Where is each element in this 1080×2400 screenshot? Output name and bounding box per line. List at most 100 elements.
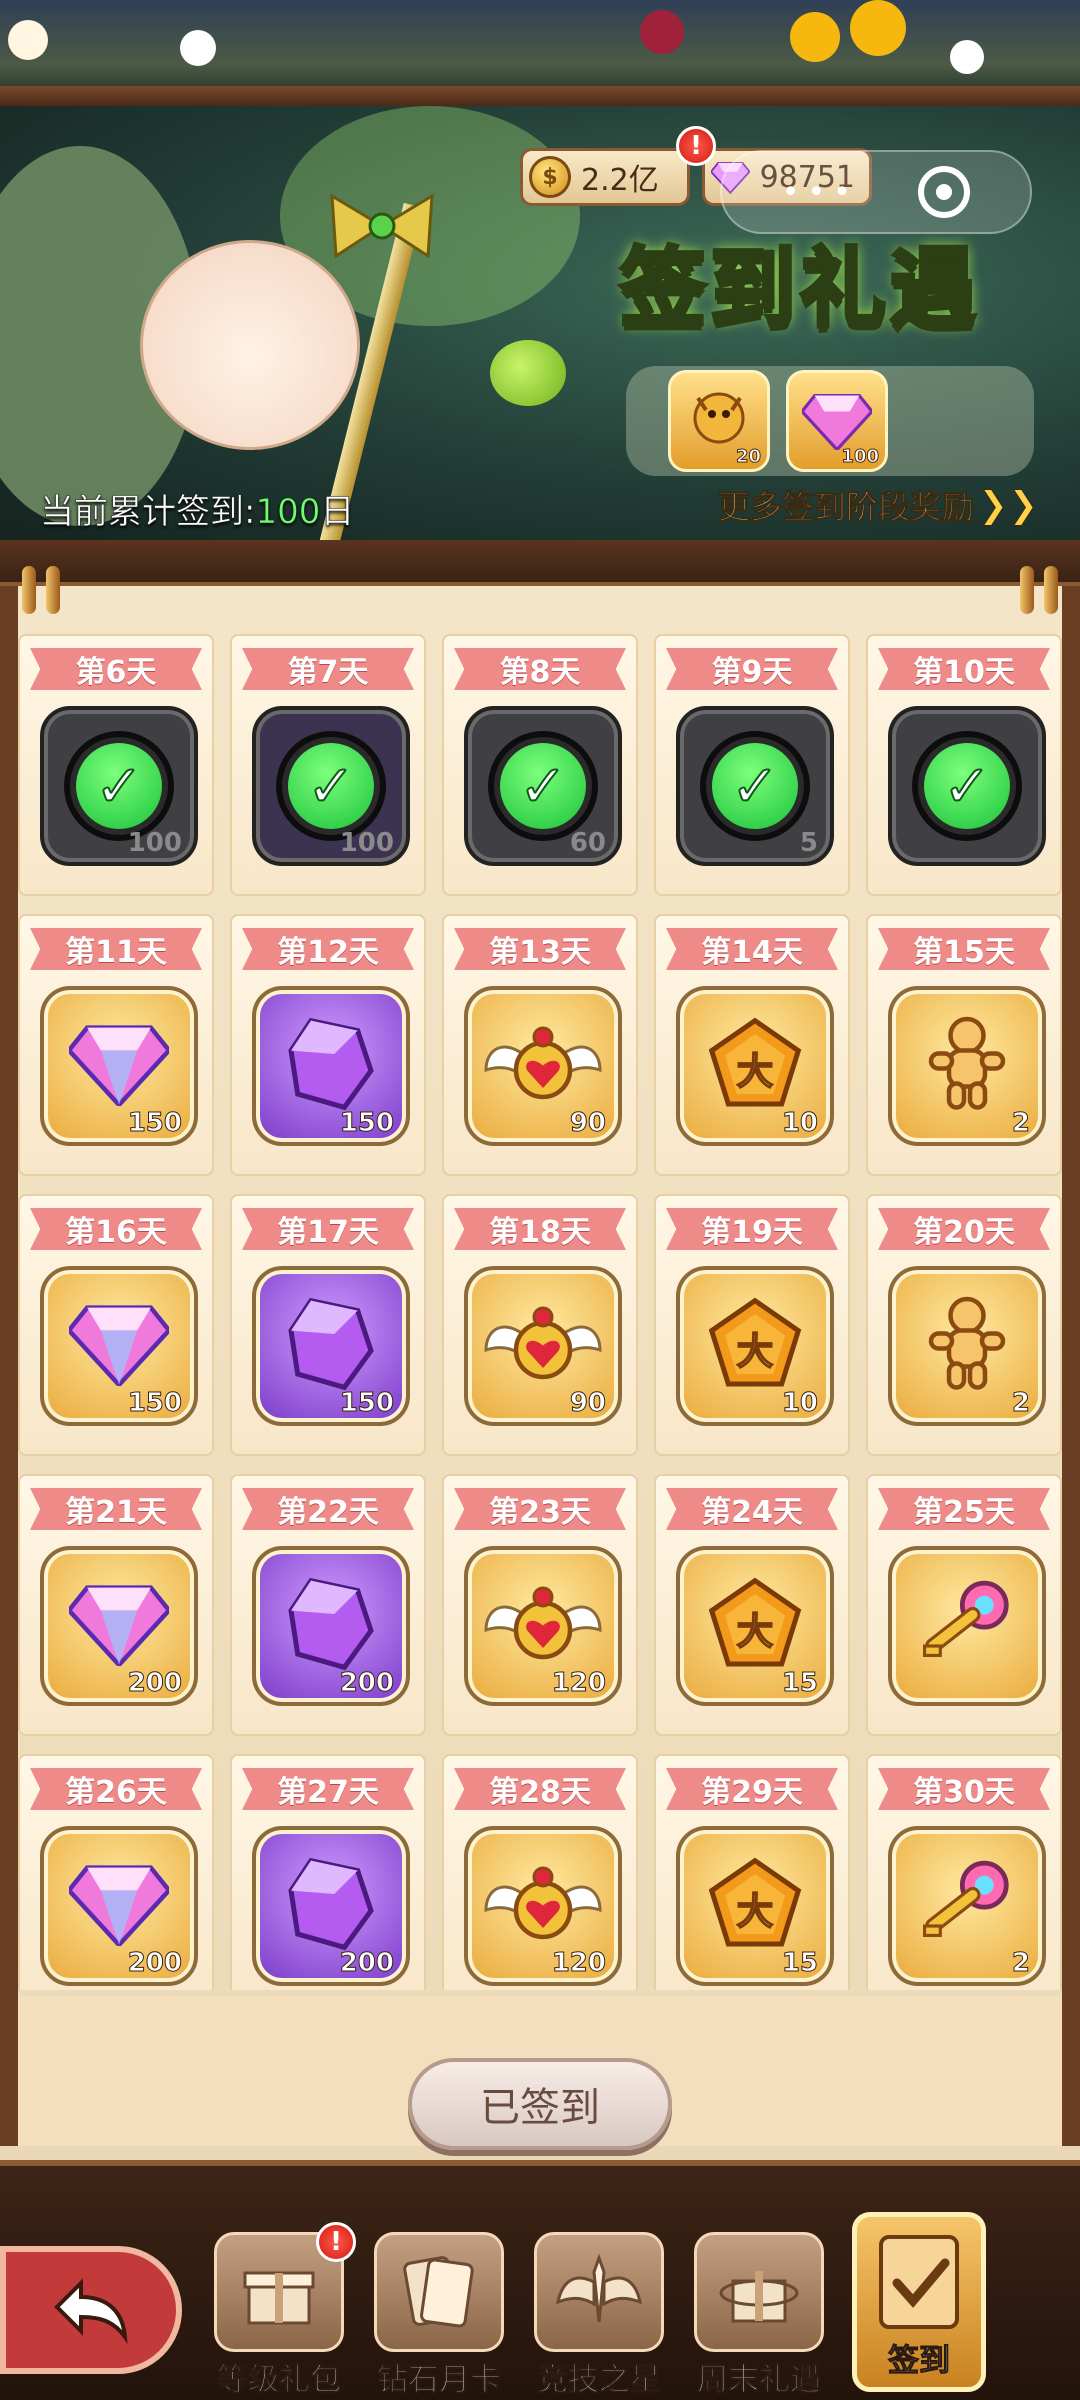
reward-item-slot: 200 xyxy=(252,1826,410,1986)
more-options-icon[interactable]: ••• xyxy=(782,175,859,210)
purple-crystal-icon xyxy=(281,1574,381,1678)
gold-badge-icon: 大 xyxy=(705,1014,805,1118)
svg-text:大: 大 xyxy=(737,1330,774,1373)
day-reward-cell[interactable]: 第15天 2 xyxy=(866,914,1062,1176)
claimed-check-icon: ✓ xyxy=(276,731,386,841)
day-reward-cell[interactable]: 第13天 90 xyxy=(442,914,638,1176)
day-reward-cell[interactable]: 第7天 ✓ 100 xyxy=(230,634,426,896)
day-reward-cell[interactable]: 第17天 150 xyxy=(230,1194,426,1456)
wooden-frame xyxy=(0,540,1080,586)
more-stage-rewards-link[interactable]: 更多签到阶段奖励 ❯❯ xyxy=(717,482,1038,528)
gold-badge-icon: 大 xyxy=(705,1574,805,1678)
stage-reward-item[interactable]: 100 xyxy=(786,370,888,472)
scroll-peg xyxy=(1044,566,1058,614)
cumulative-days: 100 xyxy=(255,492,321,533)
gold-badge-icon: 大 xyxy=(705,1294,805,1398)
day-reward-cell[interactable]: 第29天大 15 xyxy=(654,1754,850,1990)
day-reward-cell[interactable]: 第14天大 10 xyxy=(654,914,850,1176)
nav-signin-active[interactable]: 签到 xyxy=(852,2212,986,2392)
day-label: 第21天 xyxy=(30,1488,202,1530)
day-reward-cell[interactable]: 第22天 200 xyxy=(230,1474,426,1736)
nav-level-gift[interactable]: ! 等级礼包 xyxy=(204,2222,356,2399)
day-reward-cell[interactable]: 第16天 150 xyxy=(18,1194,214,1456)
day-label: 第27天 xyxy=(242,1768,414,1810)
close-miniprogram-icon[interactable] xyxy=(918,166,971,218)
day-reward-cell[interactable]: 第27天 200 xyxy=(230,1754,426,1990)
reward-quantity: 200 xyxy=(339,1948,394,1979)
day-label: 第24天 xyxy=(666,1488,838,1530)
reward-quantity: 60 xyxy=(569,828,606,858)
day-reward-cell[interactable]: 第28天 120 xyxy=(442,1754,638,1990)
coin-balance[interactable]: $ 2.2亿 xyxy=(520,148,690,206)
reward-quantity: 2 xyxy=(1011,1108,1030,1139)
day-reward-cell[interactable]: 第30天 2 xyxy=(866,1754,1062,1990)
reward-item-slot: 200 xyxy=(40,1826,198,1986)
more-stage-rewards-label: 更多签到阶段奖励 xyxy=(717,488,975,527)
day-reward-cell[interactable]: 第9天 ✓ 5 xyxy=(654,634,850,896)
claimed-check-icon: ✓ xyxy=(64,731,174,841)
day-reward-cell[interactable]: 第11天 150 xyxy=(18,914,214,1176)
day-reward-cell[interactable]: 第20天 2 xyxy=(866,1194,1062,1456)
nav-label: 周末礼遇 xyxy=(697,2362,822,2399)
day-label: 第18天 xyxy=(454,1208,626,1250)
coin-icon: $ xyxy=(529,156,571,198)
reward-quantity: 15 xyxy=(781,1668,818,1699)
day-reward-cell[interactable]: 第18天 90 xyxy=(442,1194,638,1456)
day-reward-cell[interactable]: 第25天 xyxy=(866,1474,1062,1736)
purple-crystal-icon xyxy=(281,1014,381,1118)
reward-quantity: 200 xyxy=(127,1668,182,1699)
day-reward-cell[interactable]: 第6天 ✓ 100 xyxy=(18,634,214,896)
currency-alert-badge: ! xyxy=(676,126,716,166)
signed-in-button[interactable]: 已签到 xyxy=(408,2058,672,2150)
sprout-mascot xyxy=(490,340,566,406)
diamond-icon xyxy=(66,1302,172,1390)
svg-text:大: 大 xyxy=(737,1890,774,1933)
day-label: 第13天 xyxy=(454,928,626,970)
day-reward-cell[interactable]: 第19天大 10 xyxy=(654,1194,850,1456)
nav-arena-star[interactable]: 竞技之星 xyxy=(524,2232,674,2399)
day-label: 第25天 xyxy=(878,1488,1050,1530)
wooden-rail xyxy=(0,86,1080,106)
page-title: 签到礼遇 xyxy=(618,237,980,341)
reward-item-slot: 120 xyxy=(464,1826,622,1986)
day-label: 第7天 xyxy=(242,648,414,690)
reward-item-slot: ✓ 60 xyxy=(464,706,622,866)
day-reward-cell[interactable]: 第26天 200 xyxy=(18,1754,214,1990)
day-reward-cell[interactable]: 第23天 120 xyxy=(442,1474,638,1736)
day-reward-cell[interactable]: 第12天 150 xyxy=(230,914,426,1176)
day-reward-cell[interactable]: 第24天大 15 xyxy=(654,1474,850,1736)
reward-item-slot: 大 10 xyxy=(676,1266,834,1426)
cumulative-unit: 日 xyxy=(320,492,355,533)
flower-decor xyxy=(8,20,48,60)
nav-diamond-card[interactable]: 钻石月卡 xyxy=(364,2232,514,2399)
cumulative-label: 当前累计签到: xyxy=(40,492,256,533)
top-decor-strip xyxy=(0,0,1080,92)
day-label: 第8天 xyxy=(454,648,626,690)
day-label: 第6天 xyxy=(30,648,202,690)
stage-reward-item[interactable]: 20 xyxy=(668,370,770,472)
winged-heart-icon xyxy=(483,1299,603,1393)
reward-item-slot xyxy=(888,1546,1046,1706)
nav-weekend-gift[interactable]: 周末礼遇 xyxy=(684,2232,834,2399)
nav-label: 竞技之星 xyxy=(537,2362,662,2399)
day-label: 第20天 xyxy=(878,1208,1050,1250)
day-label: 第19天 xyxy=(666,1208,838,1250)
stage-reward-preview[interactable]: 20 100 xyxy=(626,366,1034,476)
back-button[interactable] xyxy=(0,2246,182,2374)
reward-quantity: 2 xyxy=(1011,1948,1030,1979)
reward-quantity: 150 xyxy=(127,1388,182,1419)
diamond-icon xyxy=(66,1862,172,1950)
sunflower-decor xyxy=(850,0,906,56)
day-reward-cell[interactable]: 第21天 200 xyxy=(18,1474,214,1736)
day-reward-cell[interactable]: 第8天 ✓ 60 xyxy=(442,634,638,896)
day-label: 第29天 xyxy=(666,1768,838,1810)
day-reward-cell[interactable]: 第10天 ✓ xyxy=(866,634,1062,896)
rainbow-key-icon xyxy=(912,1854,1022,1958)
purple-crystal-icon xyxy=(281,1294,381,1398)
sunflower-decor xyxy=(790,12,840,62)
reward-quantity: 100 xyxy=(127,828,182,858)
day-label: 第30天 xyxy=(878,1768,1050,1810)
reward-quantity: 120 xyxy=(551,1668,606,1699)
day-label: 第11天 xyxy=(30,928,202,970)
reward-item-slot: 90 xyxy=(464,986,622,1146)
